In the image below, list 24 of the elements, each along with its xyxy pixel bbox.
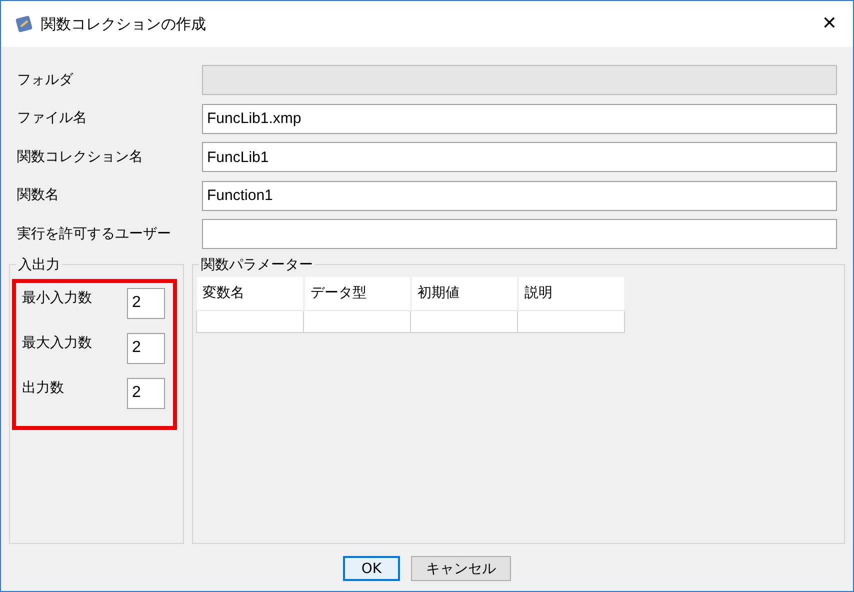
text-field[interactable] bbox=[202, 219, 837, 250]
column-header: 説明 bbox=[518, 276, 624, 310]
column-header: 変数名 bbox=[196, 276, 304, 310]
field-label: 出力数 bbox=[22, 378, 64, 398]
field-label: フォルダ bbox=[16, 70, 74, 90]
dialog-button[interactable]: OK bbox=[343, 556, 400, 581]
window-title: 関数コレクションの作成 bbox=[41, 14, 207, 35]
app-icon bbox=[15, 15, 33, 33]
number-field[interactable]: 2 bbox=[127, 288, 165, 318]
close-button[interactable]: ✕ bbox=[816, 15, 843, 33]
field-label: 実行を許可するユーザー bbox=[16, 224, 172, 244]
text-field[interactable]: FuncLib1 bbox=[202, 142, 837, 172]
field-label: 最小入力数 bbox=[22, 288, 92, 308]
column-header: 初期値 bbox=[410, 276, 518, 310]
number-field[interactable]: 2 bbox=[127, 378, 165, 408]
field-label: ファイル名 bbox=[16, 109, 88, 128]
column-header: データ型 bbox=[304, 276, 410, 310]
field-label: 関数コレクション名 bbox=[16, 148, 144, 167]
field-label: 関数名 bbox=[16, 186, 60, 206]
text-field[interactable]: FuncLib1.xmp bbox=[202, 104, 837, 134]
dialog-button[interactable]: キャンセル bbox=[411, 556, 511, 581]
field-label: 最大入力数 bbox=[22, 334, 92, 352]
text-field[interactable]: Function1 bbox=[202, 180, 837, 211]
number-field[interactable]: 2 bbox=[127, 332, 165, 364]
